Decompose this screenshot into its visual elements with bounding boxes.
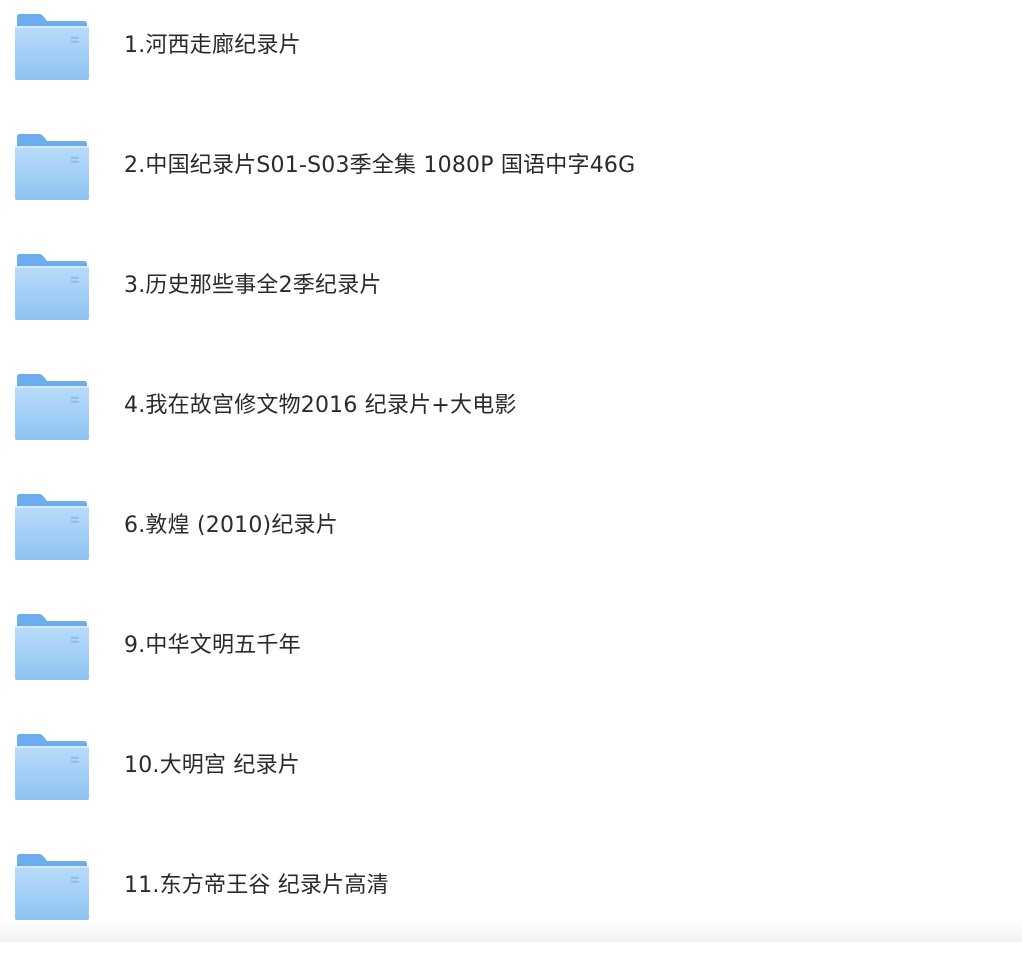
- folder-icon: [15, 493, 89, 560]
- folder-name: 10.大明宫 纪录片: [124, 753, 300, 778]
- folder-name: 4.我在故宫修文物2016 纪录片+大电影: [124, 393, 517, 418]
- folder-icon: [15, 253, 89, 320]
- folder-item[interactable]: 3.历史那些事全2季纪录片: [0, 240, 1022, 360]
- folder-item[interactable]: 2.中国纪录片S01-S03季全集 1080P 国语中字46G: [0, 120, 1022, 240]
- folder-name: 3.历史那些事全2季纪录片: [124, 273, 382, 298]
- folder-item[interactable]: 11.东方帝王谷 纪录片高清: [0, 840, 1022, 960]
- folder-icon: [15, 853, 89, 920]
- folder-name: 2.中国纪录片S01-S03季全集 1080P 国语中字46G: [124, 153, 636, 178]
- folder-name: 1.河西走廊纪录片: [124, 33, 301, 58]
- folder-item[interactable]: 10.大明宫 纪录片: [0, 720, 1022, 840]
- folder-item[interactable]: 1.河西走廊纪录片: [0, 0, 1022, 120]
- folder-icon: [15, 733, 89, 800]
- folder-name: 9.中华文明五千年: [124, 633, 301, 658]
- folder-icon: [15, 13, 89, 80]
- folder-item[interactable]: 6.敦煌 (2010)纪录片: [0, 480, 1022, 600]
- folder-item[interactable]: 9.中华文明五千年: [0, 600, 1022, 720]
- folder-name: 6.敦煌 (2010)纪录片: [124, 513, 338, 538]
- folder-icon: [15, 373, 89, 440]
- folder-icon: [15, 613, 89, 680]
- folder-list: 1.河西走廊纪录片 2.中国纪录片S01-S03季全集 1080P 国语中字46…: [0, 0, 1022, 942]
- folder-item[interactable]: 4.我在故宫修文物2016 纪录片+大电影: [0, 360, 1022, 480]
- folder-name: 11.东方帝王谷 纪录片高清: [124, 873, 389, 898]
- folder-icon: [15, 133, 89, 200]
